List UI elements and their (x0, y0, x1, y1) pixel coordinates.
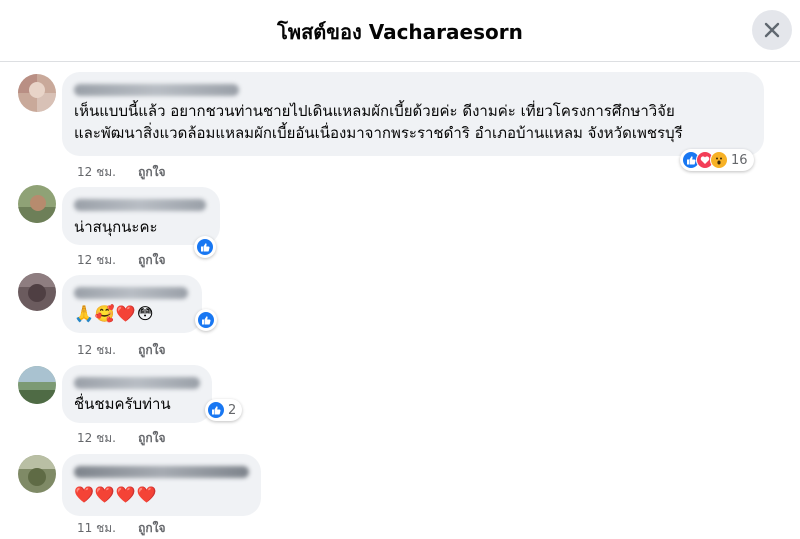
dialog-title: โพสต์ของ Vacharaesorn (277, 20, 523, 44)
comment-text: 🙏🥰❤️😳 (74, 304, 155, 323)
comment-text: ชื่นชมครับท่าน (74, 395, 171, 413)
comment-actions: 12 ชม. ถูกใจ (77, 251, 166, 270)
comment-actions: 12 ชม. ถูกใจ (77, 163, 166, 182)
like-link[interactable]: ถูกใจ (138, 431, 165, 445)
author-name-blurred[interactable] (74, 377, 200, 389)
wow-reaction-icon (710, 151, 728, 169)
comment-time[interactable]: 12 ชม. (77, 431, 116, 445)
avatar[interactable] (18, 366, 56, 404)
reaction-summary[interactable]: 16 (680, 149, 754, 171)
comment-actions: 12 ชม. ถูกใจ (77, 341, 166, 360)
reaction-summary[interactable] (194, 236, 216, 258)
avatar[interactable] (18, 273, 56, 311)
comment-actions: 12 ชม. ถูกใจ (77, 429, 166, 448)
comment-time[interactable]: 12 ชม. (77, 253, 116, 267)
comment-text: ❤️❤️❤️❤️ (74, 485, 158, 504)
avatar[interactable] (18, 185, 56, 223)
comment-bubble: เห็นแบบนี้แล้ว อยากชวนท่านชายไปเดินแหลมผ… (62, 72, 764, 156)
comment-bubble: ชื่นชมครับท่าน (62, 365, 212, 423)
comment-text: น่าสนุกนะคะ (74, 218, 158, 236)
author-name-blurred[interactable] (74, 466, 249, 478)
reaction-summary[interactable] (195, 309, 217, 331)
like-reaction-icon (197, 311, 215, 329)
comment-time[interactable]: 12 ชม. (77, 343, 116, 357)
avatar[interactable] (18, 455, 56, 493)
like-reaction-icon (207, 401, 225, 419)
avatar[interactable] (18, 74, 56, 112)
close-button[interactable] (752, 10, 792, 50)
dialog-header: โพสต์ของ Vacharaesorn (0, 0, 800, 62)
comment-actions: 11 ชม. ถูกใจ (77, 519, 166, 538)
like-link[interactable]: ถูกใจ (138, 165, 165, 179)
comment-time[interactable]: 11 ชม. (77, 521, 116, 535)
reaction-count: 2 (228, 402, 237, 418)
like-link[interactable]: ถูกใจ (138, 253, 165, 267)
like-link[interactable]: ถูกใจ (138, 521, 165, 535)
reaction-count: 16 (731, 152, 748, 168)
comment-time[interactable]: 12 ชม. (77, 165, 116, 179)
comment-bubble: น่าสนุกนะคะ (62, 187, 220, 245)
comment-bubble: 🙏🥰❤️😳 (62, 275, 202, 333)
like-link[interactable]: ถูกใจ (138, 343, 165, 357)
comment-bubble: ❤️❤️❤️❤️ (62, 454, 261, 516)
author-name-blurred[interactable] (74, 199, 206, 211)
close-icon (764, 22, 780, 38)
reaction-summary[interactable]: 2 (205, 399, 243, 421)
author-name-blurred[interactable] (74, 287, 188, 299)
like-reaction-icon (196, 238, 214, 256)
author-name-blurred[interactable] (74, 84, 239, 96)
comment-text: เห็นแบบนี้แล้ว อยากชวนท่านชายไปเดินแหลมผ… (74, 102, 683, 142)
